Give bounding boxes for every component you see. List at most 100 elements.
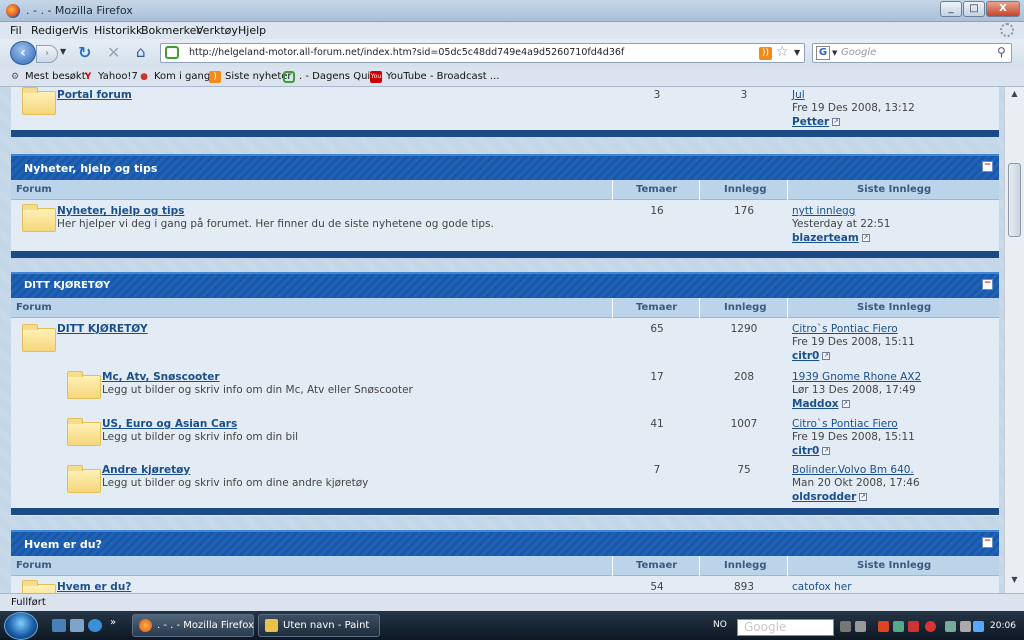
last-post-title[interactable]: Citro`s Pontiac Fiero (792, 323, 898, 335)
collapse-icon[interactable]: − (982, 279, 993, 290)
search-placeholder[interactable]: Google (841, 47, 876, 58)
last-post-title[interactable]: Bolinder.Volvo Bm 640. (792, 464, 914, 476)
url-bar[interactable]: http://helgeland-motor.all-forum.net/ind… (160, 43, 805, 63)
tray-icon[interactable] (973, 621, 984, 632)
vertical-scrollbar[interactable]: ▲ ▼ (1004, 87, 1024, 593)
category-title[interactable]: Nyheter, hjelp og tips (24, 162, 157, 175)
last-post-title[interactable]: Citro`s Pontiac Fiero (792, 418, 898, 430)
last-post-user[interactable]: Maddox (792, 398, 839, 410)
menu-verktoy[interactable]: Verktøy (196, 24, 238, 37)
last-post-user[interactable]: blazerteam (792, 232, 859, 244)
forum-link[interactable]: Hvem er du? (57, 581, 131, 593)
home-icon[interactable]: ⌂ (136, 43, 146, 61)
url-text[interactable]: http://helgeland-motor.all-forum.net/ind… (189, 47, 624, 58)
start-button[interactable] (4, 612, 38, 640)
scroll-down-icon[interactable]: ▼ (1007, 575, 1022, 589)
menu-historikk[interactable]: Historikk (94, 24, 142, 37)
forum-link[interactable]: Portal forum (57, 89, 132, 101)
yahoo-icon: Y (84, 72, 92, 82)
history-dropdown-icon[interactable]: ▼ (60, 47, 66, 56)
last-post-user-line: citr0 ↗ (792, 444, 831, 457)
menu-bokmerker[interactable]: Bokmerker (141, 24, 201, 37)
last-post-title[interactable]: 1939 Gnome Rhone AX2 (792, 371, 921, 383)
bookmark-star-icon[interactable]: ☆ (776, 44, 789, 60)
last-post-title[interactable]: Jul (792, 89, 805, 101)
google-toolbar-search[interactable]: Google (737, 619, 834, 636)
back-button[interactable]: ‹ (10, 41, 36, 65)
column-header: Forum Temaer Innlegg Siste Innlegg (11, 180, 999, 200)
ati-icon[interactable] (878, 621, 889, 632)
rss-feed-icon[interactable]: )) (759, 47, 772, 60)
last-post-title[interactable]: catofox her (792, 581, 852, 593)
forum-link[interactable]: Nyheter, hjelp og tips (57, 205, 184, 217)
menu-fil[interactable]: Fil (10, 24, 22, 37)
last-post-user[interactable]: oldsrodder (792, 491, 856, 503)
url-dropdown-icon[interactable]: ▼ (794, 48, 800, 57)
goto-post-icon[interactable]: ↗ (861, 234, 870, 242)
forum-link[interactable]: US, Euro og Asian Cars (102, 418, 237, 430)
bookmark-dagens-quiz[interactable]: . - Dagens Quiz (299, 71, 375, 82)
topics-count: 41 (650, 418, 664, 430)
tray-icon[interactable] (893, 621, 904, 632)
menu-rediger[interactable]: Rediger (31, 24, 73, 37)
tray-icon[interactable] (908, 621, 919, 632)
column-divider (787, 180, 788, 200)
bookmark-siste-nyheter[interactable]: Siste nyheter (225, 71, 292, 82)
language-indicator[interactable]: NO (713, 620, 727, 630)
search-icon[interactable]: ⚲ (997, 45, 1006, 59)
collapse-icon[interactable]: − (982, 537, 993, 548)
volume-icon[interactable] (960, 621, 971, 632)
maximize-button[interactable]: □ (963, 1, 985, 17)
bookmark-youtube[interactable]: YouTube - Broadcast ... (386, 71, 499, 82)
goto-post-icon[interactable]: ↗ (822, 352, 831, 360)
scroll-up-icon[interactable]: ▲ (1007, 89, 1022, 103)
menu-vis[interactable]: Vis (72, 24, 88, 37)
folder-icon (22, 204, 56, 232)
forum-link[interactable]: DITT KJØRETØY (57, 323, 148, 335)
scroll-thumb[interactable] (1008, 163, 1021, 237)
goto-post-icon[interactable]: ↗ (832, 118, 841, 126)
minimize-button[interactable]: _ (940, 1, 962, 17)
tray-icon[interactable] (840, 621, 851, 632)
google-engine-icon[interactable]: G (816, 46, 830, 60)
last-post-title[interactable]: nytt innlegg (792, 205, 855, 217)
forum-link[interactable]: Andre kjøretøy (102, 464, 190, 476)
menu-bar: Fil Rediger Vis Historikk Bokmerker Verk… (0, 22, 1024, 39)
bookmark-kom-i-gang[interactable]: Kom i gang (154, 71, 210, 82)
goto-post-icon[interactable]: ↗ (841, 400, 850, 408)
forward-button[interactable]: › (36, 45, 58, 63)
category-title[interactable]: DITT KJØRETØY (24, 280, 110, 291)
tray-icon[interactable] (855, 621, 866, 632)
bookmark-mest-besokt[interactable]: Mest besøkt (25, 71, 86, 82)
column-divider (699, 298, 700, 318)
menu-hjelp[interactable]: Hjelp (238, 24, 266, 37)
last-post-user[interactable]: citr0 (792, 350, 819, 362)
bookmark-yahoo7[interactable]: Yahoo!7 (98, 71, 138, 82)
internet-explorer-icon[interactable] (88, 619, 102, 632)
col-last-post: Siste Innlegg (857, 184, 932, 195)
last-post-user[interactable]: Petter (792, 116, 829, 128)
antivirus-icon[interactable] (925, 621, 936, 632)
clock[interactable]: 20:06 (990, 621, 1016, 631)
task-firefox[interactable]: . - . - Mozilla Firefox (132, 614, 254, 637)
show-desktop-icon[interactable] (52, 619, 66, 632)
task-paint[interactable]: Uten navn - Paint (258, 614, 380, 637)
search-box[interactable]: G ▼ Google ⚲ (812, 43, 1012, 63)
last-post-user[interactable]: citr0 (792, 445, 819, 457)
throbber-icon (1000, 23, 1014, 37)
switch-windows-icon[interactable] (70, 619, 84, 632)
forum-description: Legg ut bilder og skriv info om dine and… (102, 477, 369, 489)
network-icon[interactable] (945, 621, 956, 632)
quicklaunch-more-icon[interactable]: » (110, 617, 124, 630)
last-post-user-line: blazerteam ↗ (792, 231, 870, 244)
stop-icon[interactable]: ✕ (107, 43, 120, 62)
goto-post-icon[interactable]: ↗ (859, 493, 868, 501)
category-header: DITT KJØRETØY − (11, 272, 999, 298)
engine-dropdown-icon[interactable]: ▼ (832, 49, 837, 57)
forum-link[interactable]: Mc, Atv, Snøscooter (102, 371, 220, 383)
close-button[interactable]: X (986, 1, 1020, 17)
category-title[interactable]: Hvem er du? (24, 538, 102, 551)
goto-post-icon[interactable]: ↗ (822, 447, 831, 455)
reload-icon[interactable]: ↻ (78, 43, 91, 62)
collapse-icon[interactable]: − (982, 161, 993, 172)
